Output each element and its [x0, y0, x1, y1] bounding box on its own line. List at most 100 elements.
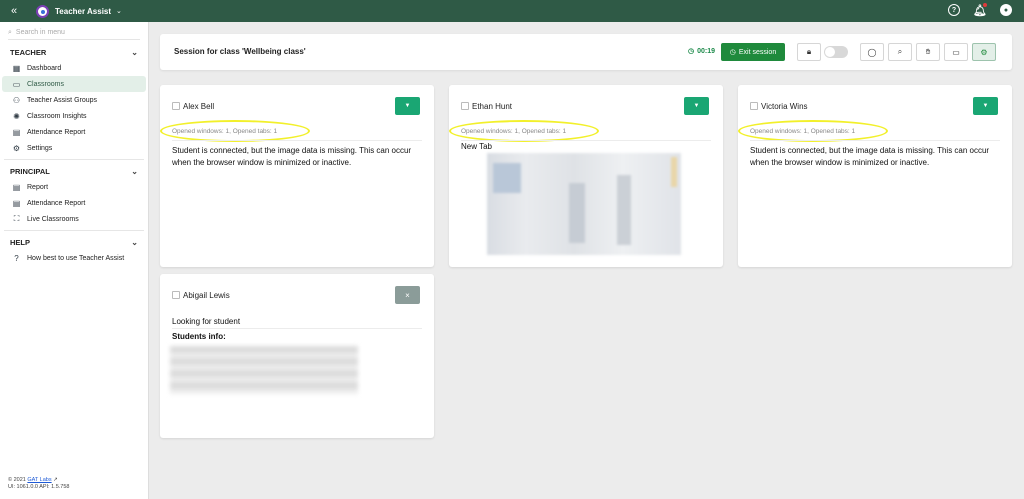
sidebar-item-teacher-assist-groups[interactable]: ⚇ Teacher Assist Groups: [2, 92, 146, 108]
highlight-annotation: [738, 120, 888, 142]
section-help[interactable]: HELP ⌄: [0, 234, 148, 250]
sidebar-item-report[interactable]: ▤ Report: [2, 179, 146, 195]
student-card: Abigail Lewis × Looking for student Stud…: [160, 274, 434, 438]
section-title: HELP: [10, 237, 31, 247]
sidebar-item-label: Live Classrooms: [27, 215, 79, 223]
student-name: Abigail Lewis: [183, 291, 230, 300]
chevron-down-icon[interactable]: ⌄: [131, 48, 138, 57]
lock-toggle[interactable]: [824, 46, 848, 58]
students-info-label: Students info:: [172, 332, 226, 341]
search-placeholder: Search in menu: [15, 29, 65, 36]
external-link-icon: ↗: [53, 477, 58, 483]
status-message: Student is connected, but the image data…: [750, 146, 990, 167]
sidebar-item-label: Dashboard: [27, 64, 62, 72]
copyright: © 2021: [8, 477, 26, 483]
bell-icon[interactable]: 🔔︎: [973, 3, 987, 17]
divider: [172, 140, 422, 141]
sidebar-item-classroom-insights[interactable]: ✺ Classroom Insights: [2, 108, 146, 124]
section-principal[interactable]: PRINCIPAL ⌄: [0, 163, 148, 179]
version-info: UI: 1061.0.0 API: 1.5.758: [8, 484, 70, 490]
session-header: Session for class 'Wellbeing class' ◷ 00…: [160, 34, 1012, 70]
student-menu-button[interactable]: ▼: [973, 97, 998, 115]
student-card: Alex Bell ▼ Opened windows: 1, Opened ta…: [160, 85, 434, 267]
double-chevron-left-icon[interactable]: «: [2, 5, 26, 17]
student-card: Victoria Wins ▼ Opened windows: 1, Opene…: [738, 85, 1012, 267]
gear-icon: ⚙: [12, 143, 21, 153]
report-icon: ▤: [12, 182, 21, 192]
sidebar-item-live-classrooms[interactable]: ⛶ Live Classrooms: [2, 211, 146, 227]
student-name: Ethan Hunt: [472, 102, 513, 111]
status-message: Looking for student: [172, 317, 241, 326]
question-icon: ?: [14, 253, 19, 263]
help-icon[interactable]: ?: [948, 4, 960, 16]
message-button[interactable]: ◯: [860, 43, 884, 61]
clock-icon: ◷: [688, 48, 695, 55]
timer-value: 00:19: [697, 47, 716, 55]
sidebar-footer: © 2021 GAT Labs ↗ UI: 1061.0.0 API: 1.5.…: [8, 477, 69, 491]
classroom-icon: ▭: [12, 79, 21, 89]
tab-title: New Tab: [461, 142, 492, 151]
student-card: Ethan Hunt ▼ Opened windows: 1, Opened t…: [449, 85, 723, 267]
highlight-annotation: [449, 120, 599, 142]
student-checkbox[interactable]: [461, 102, 469, 110]
screen-preview[interactable]: [487, 153, 681, 255]
chat-bubble-icon: ◯: [867, 47, 877, 57]
live-icon: ⛶: [13, 214, 20, 223]
divider: [4, 230, 144, 231]
caret-down-icon: ▼: [404, 103, 411, 109]
sidebar-item-label: Settings: [27, 144, 53, 152]
caret-down-icon: ▼: [982, 103, 989, 109]
divider: [461, 140, 711, 141]
status-message: Student is connected, but the image data…: [172, 146, 412, 167]
divider: [172, 328, 422, 329]
top-bar: « Teacher Assist ⌄ ? 🔔︎ ●: [0, 0, 1024, 22]
student-menu-button[interactable]: ▼: [395, 97, 420, 115]
caret-down-icon: ▼: [693, 103, 700, 109]
remove-student-button[interactable]: ×: [395, 286, 420, 304]
student-checkbox[interactable]: [750, 102, 758, 110]
divider: [4, 159, 144, 160]
sidebar-item-label: How best to use Teacher Assist: [27, 254, 125, 262]
divider: [750, 140, 1000, 141]
chevron-down-icon[interactable]: ⌄: [131, 167, 138, 176]
hand-button[interactable]: ✋︎: [916, 43, 940, 61]
student-name: Victoria Wins: [761, 102, 808, 111]
monitor-icon: ▭: [952, 47, 960, 57]
chevron-down-icon[interactable]: ⌄: [131, 238, 138, 247]
lightbulb-icon: ✺: [13, 111, 20, 121]
session-title: Session for class 'Wellbeing class': [174, 47, 306, 56]
exit-session-button[interactable]: ◷ Exit session: [721, 43, 785, 61]
company-link[interactable]: GAT Labs: [27, 477, 51, 483]
settings-button[interactable]: ⚙: [972, 43, 996, 61]
gear-icon: ⚙: [980, 47, 988, 57]
sidebar-item-classrooms[interactable]: ▭ Classrooms: [2, 76, 146, 92]
search-icon: ⌕: [897, 47, 903, 56]
sidebar-item-attendance-report[interactable]: ▤ Attendance Report: [2, 124, 146, 140]
chevron-down-icon[interactable]: ⌄: [116, 7, 122, 15]
menu-search[interactable]: ⌕ Search in menu: [8, 26, 140, 40]
app-name[interactable]: Teacher Assist: [55, 7, 111, 16]
dashboard-icon: ▦: [12, 63, 21, 73]
section-title: PRINCIPAL: [10, 166, 50, 176]
sidebar-item-label: Classroom Insights: [27, 112, 87, 120]
search-button[interactable]: ⌕: [888, 43, 912, 61]
screen-button[interactable]: ▭: [944, 43, 968, 61]
student-menu-button[interactable]: ▼: [684, 97, 709, 115]
session-timer: ◷ 00:19: [688, 47, 716, 56]
sidebar-item-label: Report: [27, 183, 49, 191]
blurred-student-info: [170, 346, 358, 394]
sidebar-item-attendance-report-principal[interactable]: ▤ Attendance Report: [2, 195, 146, 211]
sidebar-item-label: Attendance Report: [27, 199, 86, 207]
app-logo: [36, 4, 49, 18]
section-teacher[interactable]: TEACHER ⌄: [0, 44, 148, 60]
sidebar-item-how-to-use[interactable]: ? How best to use Teacher Assist: [2, 250, 146, 266]
student-checkbox[interactable]: [172, 102, 180, 110]
sidebar-item-dashboard[interactable]: ▦ Dashboard: [2, 60, 146, 76]
user-icon[interactable]: ●: [1000, 4, 1012, 16]
sidebar-item-label: Teacher Assist Groups: [27, 96, 98, 104]
sidebar-item-settings[interactable]: ⚙ Settings: [2, 140, 146, 156]
lock-button[interactable]: 🔒︎: [797, 43, 821, 61]
close-icon: ×: [405, 290, 410, 300]
groups-icon: ⚇: [12, 95, 21, 105]
student-checkbox[interactable]: [172, 291, 180, 299]
